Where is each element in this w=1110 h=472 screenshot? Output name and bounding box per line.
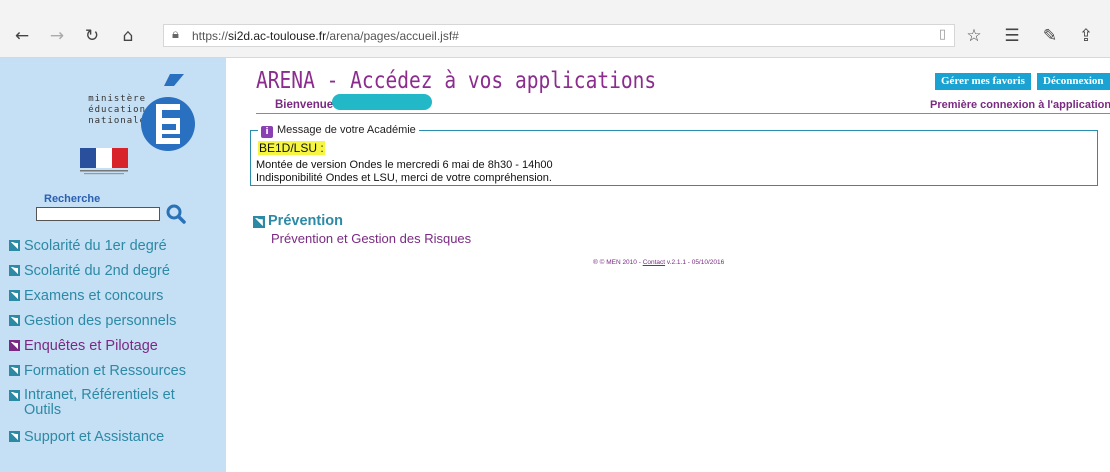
sidebar-item-label: Support et Assistance [24, 429, 165, 445]
sidebar-item-support-assistance[interactable]: Support et Assistance [9, 429, 165, 445]
sidebar-item-label: Examens et concours [24, 288, 164, 304]
arrow-icon [9, 390, 20, 401]
prevention-risks-link[interactable]: Prévention et Gestion des Risques [271, 231, 471, 246]
sidebar-item-label: Gestion des personnels [24, 313, 177, 329]
back-icon[interactable]: ← [10, 24, 34, 48]
address-bar[interactable]: 🔒︎ https://si2d.ac-toulouse.fr/arena/pag… [163, 24, 955, 47]
sidebar-item-intranet-referentiels-outils[interactable]: Intranet, Référentiels et Outils [9, 387, 175, 418]
sidebar-item-label: Formation et Ressources [24, 363, 186, 379]
pen-icon[interactable]: ✎ [1038, 24, 1062, 48]
sidebar-item-scolarite-2nd-degre[interactable]: Scolarité du 2nd degré [9, 263, 170, 279]
first-login-link[interactable]: Première connexion à l'application [930, 99, 1110, 111]
section-title-prevention[interactable]: Prévention [268, 213, 343, 229]
arrow-icon [9, 265, 20, 276]
arrow-icon [9, 431, 20, 442]
info-icon: i [261, 126, 273, 138]
sidebar-item-examens-concours[interactable]: Examens et concours [9, 288, 164, 304]
refresh-icon[interactable]: ↻ [80, 24, 104, 48]
page-title: ARENA - Accédez à vos applications [256, 68, 657, 94]
username-redaction [332, 94, 432, 110]
logo-e-icon [141, 74, 195, 151]
search-input[interactable] [36, 207, 160, 221]
search-label: Recherche [44, 193, 101, 205]
contact-link[interactable]: Contact [643, 259, 665, 266]
logout-button[interactable]: Déconnexion [1037, 73, 1110, 90]
arrow-icon [9, 340, 20, 351]
welcome-text: Bienvenue [275, 99, 334, 111]
message-legend: i Message de votre Académie [258, 124, 419, 138]
share-icon[interactable]: ⇪ [1074, 24, 1098, 48]
sidebar-item-scolarite-1er-degre[interactable]: Scolarité du 1er degré [9, 238, 167, 254]
arrow-icon [253, 216, 265, 228]
search-icon[interactable] [165, 203, 187, 225]
sidebar-item-label: Intranet, Référentiels et [24, 387, 175, 403]
arrow-icon [9, 315, 20, 326]
sidebar-item-label: Enquêtes et Pilotage [24, 338, 158, 354]
arrow-icon [9, 290, 20, 301]
lock-icon: 🔒︎ [172, 27, 179, 42]
reading-view-icon[interactable]: ▯ [939, 27, 946, 42]
sidebar-item-gestion-personnels[interactable]: Gestion des personnels [9, 313, 177, 329]
sidebar-item-formation-ressources[interactable]: Formation et Ressources [9, 363, 186, 379]
sidebar-item-enquetes-pilotage[interactable]: Enquêtes et Pilotage [9, 338, 158, 354]
header-divider [256, 113, 1110, 114]
sidebar-item-label: Scolarité du 1er degré [24, 238, 167, 254]
forward-icon[interactable]: → [45, 24, 69, 48]
sidebar-item-label: Scolarité du 2nd degré [24, 263, 170, 279]
arrow-icon [9, 365, 20, 376]
url-text[interactable]: https://si2d.ac-toulouse.fr/arena/pages/… [192, 29, 459, 43]
logo-text: ministère éducation nationale [88, 94, 146, 126]
home-icon[interactable]: ⌂ [116, 24, 140, 48]
favorites-list-icon[interactable]: ☰ [1000, 24, 1024, 48]
ministry-logo[interactable]: ministère éducation nationale [76, 62, 195, 158]
manage-favorites-button[interactable]: Gérer mes favoris [935, 73, 1031, 90]
message-line-2: Indisponibilité Ondes et LSU, merci de v… [256, 172, 552, 184]
browser-toolbar: ← → ↻ ⌂ 🔒︎ https://si2d.ac-toulouse.fr/a… [0, 0, 1110, 58]
favorite-star-icon[interactable]: ☆ [962, 24, 986, 48]
sidebar-item-label-line2: Outils [24, 402, 62, 418]
footer: ® © MEN 2010 - Contact v.2.1.1 - 05/10/2… [593, 259, 725, 266]
message-line-1: Montée de version Ondes le mercredi 6 ma… [256, 159, 553, 171]
message-tag: BE1D/LSU : [258, 141, 325, 155]
arrow-icon [9, 240, 20, 251]
republic-flag-icon [80, 148, 128, 175]
